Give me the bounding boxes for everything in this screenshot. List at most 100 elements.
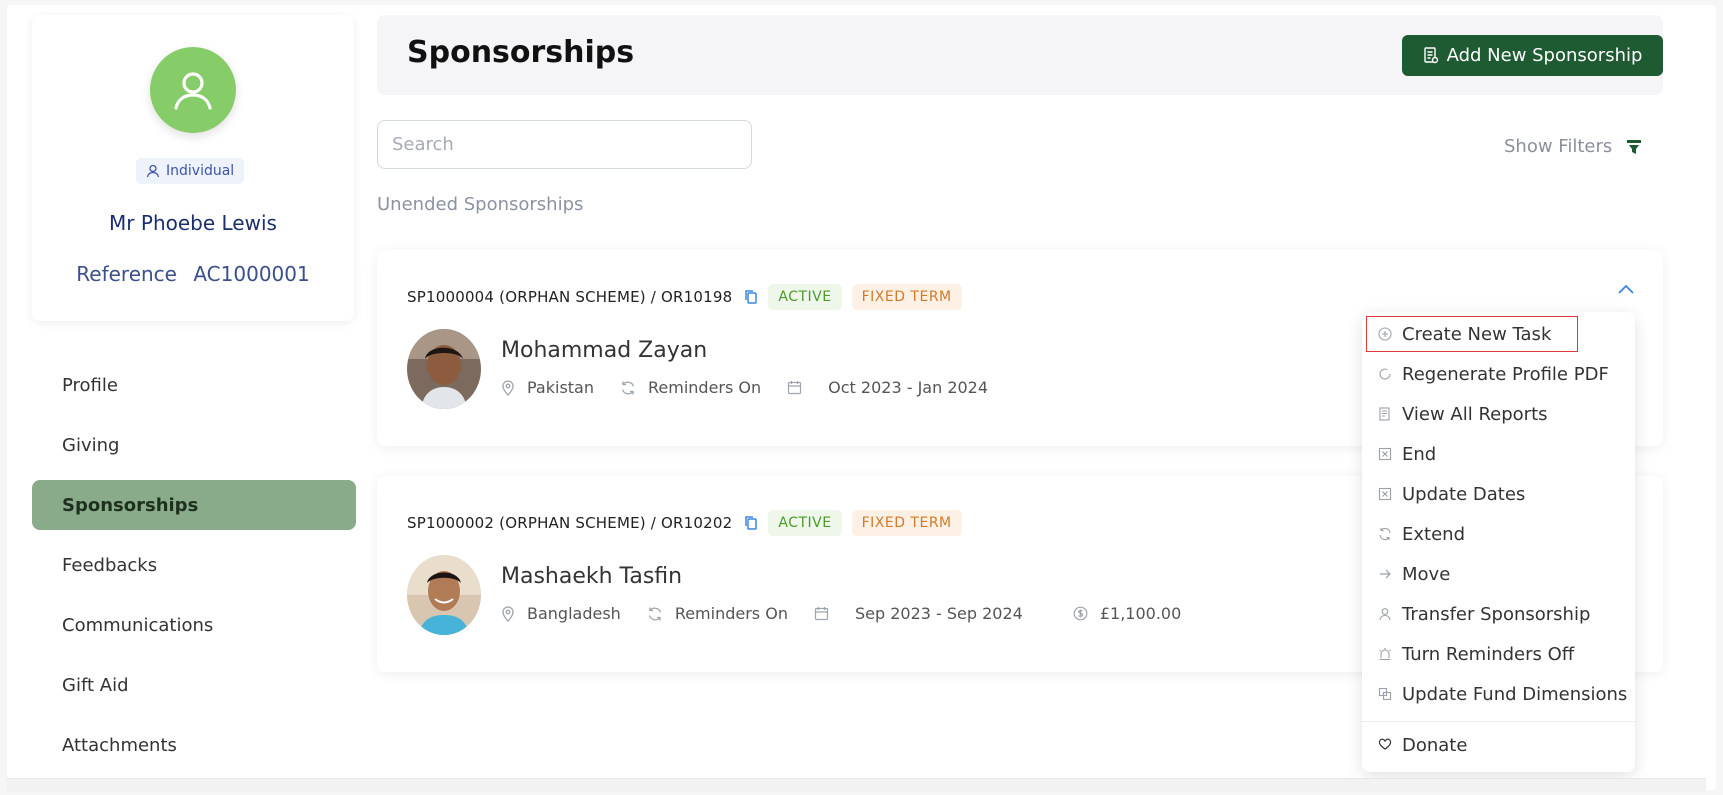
nav-item-giving[interactable]: Giving xyxy=(32,420,356,470)
document-icon xyxy=(1423,47,1438,64)
period-meta: Sep 2023 - Sep 2024 xyxy=(814,604,1023,623)
menu-item-transfer-sponsorship[interactable]: Transfer Sponsorship xyxy=(1362,596,1635,632)
nav-item-gift-aid[interactable]: Gift Aid xyxy=(32,660,356,710)
card-header: SP1000002 (ORPHAN SCHEME) / OR10202 ACTI… xyxy=(407,510,962,536)
menu-item-regenerate-profile-pdf[interactable]: Regenerate Profile PDF xyxy=(1362,356,1635,392)
account-type-label: Individual xyxy=(166,163,235,179)
user-icon xyxy=(146,164,160,178)
add-sponsorship-button[interactable]: Add New Sponsorship xyxy=(1402,35,1663,76)
close-box-icon xyxy=(1378,447,1392,461)
menu-item-label: Update Fund Dimensions xyxy=(1402,683,1628,705)
menu-item-turn-reminders-off[interactable]: Turn Reminders Off xyxy=(1362,636,1635,672)
reminders-meta: Reminders On xyxy=(647,604,788,623)
nav-item-communications[interactable]: Communications xyxy=(32,600,356,650)
country-meta: Pakistan xyxy=(501,378,594,397)
location-icon xyxy=(502,379,514,396)
side-nav: Profile Giving Sponsorships Feedbacks Co… xyxy=(32,360,356,780)
currency-icon xyxy=(1073,606,1088,621)
term-badge: FIXED TERM xyxy=(851,510,962,536)
menu-item-label: Extend xyxy=(1402,523,1465,545)
nav-item-sponsorships[interactable]: Sponsorships xyxy=(32,480,356,530)
country-meta: Bangladesh xyxy=(501,604,621,623)
menu-item-label: Turn Reminders Off xyxy=(1402,643,1575,665)
search-input[interactable] xyxy=(377,120,752,169)
calendar-icon xyxy=(814,607,829,621)
menu-item-label: Donate xyxy=(1402,734,1468,756)
card-meta: Bangladesh Reminders On Sep 2023 - Sep 2… xyxy=(501,604,1207,623)
refresh-icon xyxy=(1379,527,1391,541)
sponsorship-id: SP1000002 (ORPHAN SCHEME) / OR10202 xyxy=(407,514,733,532)
reminders-status: Reminders On xyxy=(648,378,762,397)
status-badge: ACTIVE xyxy=(768,510,842,536)
menu-item-label: Move xyxy=(1402,563,1451,585)
child-name: Mashaekh Tasfin xyxy=(501,564,683,589)
profile-reference: Reference AC1000001 xyxy=(32,262,354,286)
account-type-badge: Individual xyxy=(136,158,245,184)
sponsorship-id: SP1000004 (ORPHAN SCHEME) / OR10198 xyxy=(407,288,733,306)
menu-item-label: View All Reports xyxy=(1402,403,1548,425)
child-name: Mohammad Zayan xyxy=(501,338,708,363)
sponsorship-period: Oct 2023 - Jan 2024 xyxy=(828,378,989,397)
term-badge: FIXED TERM xyxy=(851,284,962,310)
refresh-icon xyxy=(648,607,661,620)
refresh-icon xyxy=(1379,368,1391,380)
reference-value: AC1000001 xyxy=(193,262,310,286)
menu-item-update-dates[interactable]: Update Dates xyxy=(1362,476,1635,512)
user-icon xyxy=(1379,608,1391,621)
close-box-icon xyxy=(1378,487,1392,501)
menu-divider xyxy=(1362,721,1635,722)
menu-item-label: Create New Task xyxy=(1402,323,1552,345)
menu-item-label: Transfer Sponsorship xyxy=(1402,603,1591,625)
report-icon xyxy=(1379,407,1390,421)
plus-circle-icon xyxy=(1378,327,1392,341)
nav-item-profile[interactable]: Profile xyxy=(32,360,356,410)
menu-item-donate[interactable]: Donate xyxy=(1362,727,1635,763)
nav-item-attachments[interactable]: Attachments xyxy=(32,720,356,770)
alarm-icon xyxy=(1379,648,1391,661)
add-sponsorship-label: Add New Sponsorship xyxy=(1446,45,1643,66)
period-meta: Oct 2023 - Jan 2024 xyxy=(787,378,988,397)
chevron-up-icon xyxy=(1618,284,1634,294)
profile-name: Mr Phoebe Lewis xyxy=(109,211,277,235)
page-title: Sponsorships xyxy=(407,35,635,70)
user-icon xyxy=(174,72,212,110)
filter-icon xyxy=(1627,139,1642,154)
collapse-button[interactable] xyxy=(1617,280,1635,299)
nav-item-feedbacks[interactable]: Feedbacks xyxy=(32,540,356,590)
profile-card: Individual Mr Phoebe Lewis Reference AC1… xyxy=(32,15,354,321)
child-photo xyxy=(407,555,481,635)
menu-item-extend[interactable]: Extend xyxy=(1362,516,1635,552)
menu-item-create-new-task[interactable]: Create New Task xyxy=(1362,316,1635,352)
horizontal-scrollbar[interactable] xyxy=(7,778,1706,792)
heart-hand-icon xyxy=(1378,738,1392,750)
copy-icon[interactable] xyxy=(744,289,758,305)
page-header: Sponsorships Add New Sponsorship xyxy=(377,15,1663,95)
country: Pakistan xyxy=(527,378,594,397)
copy-icon[interactable] xyxy=(744,515,758,531)
country: Bangladesh xyxy=(527,604,621,623)
menu-item-end[interactable]: End xyxy=(1362,436,1635,472)
location-icon xyxy=(502,605,514,622)
sponsorship-amount: £1,100.00 xyxy=(1099,604,1182,623)
menu-item-update-fund-dimensions[interactable]: Update Fund Dimensions xyxy=(1362,676,1635,712)
sponsorship-actions-menu: Create New Task Regenerate Profile PDF V… xyxy=(1362,312,1635,772)
child-photo xyxy=(407,329,481,409)
layers-icon xyxy=(1378,687,1392,701)
sponsorship-period: Sep 2023 - Sep 2024 xyxy=(854,604,1023,623)
menu-item-view-all-reports[interactable]: View All Reports xyxy=(1362,396,1635,432)
status-badge: ACTIVE xyxy=(768,284,842,310)
menu-item-move[interactable]: Move xyxy=(1362,556,1635,592)
arrow-right-icon xyxy=(1380,569,1391,579)
menu-item-label: End xyxy=(1402,443,1437,465)
reminders-status: Reminders On xyxy=(674,604,788,623)
refresh-icon xyxy=(621,381,635,394)
show-filters-button[interactable]: Show Filters xyxy=(1504,136,1642,157)
menu-item-label: Update Dates xyxy=(1402,483,1526,505)
show-filters-label: Show Filters xyxy=(1504,136,1613,157)
menu-item-label: Regenerate Profile PDF xyxy=(1402,363,1609,385)
reminders-meta: Reminders On xyxy=(620,378,761,397)
avatar xyxy=(150,47,236,133)
section-label: Unended Sponsorships xyxy=(377,194,584,215)
reference-label: Reference xyxy=(76,262,177,286)
card-meta: Pakistan Reminders On Oct 2023 - Jan 202… xyxy=(501,378,1014,397)
